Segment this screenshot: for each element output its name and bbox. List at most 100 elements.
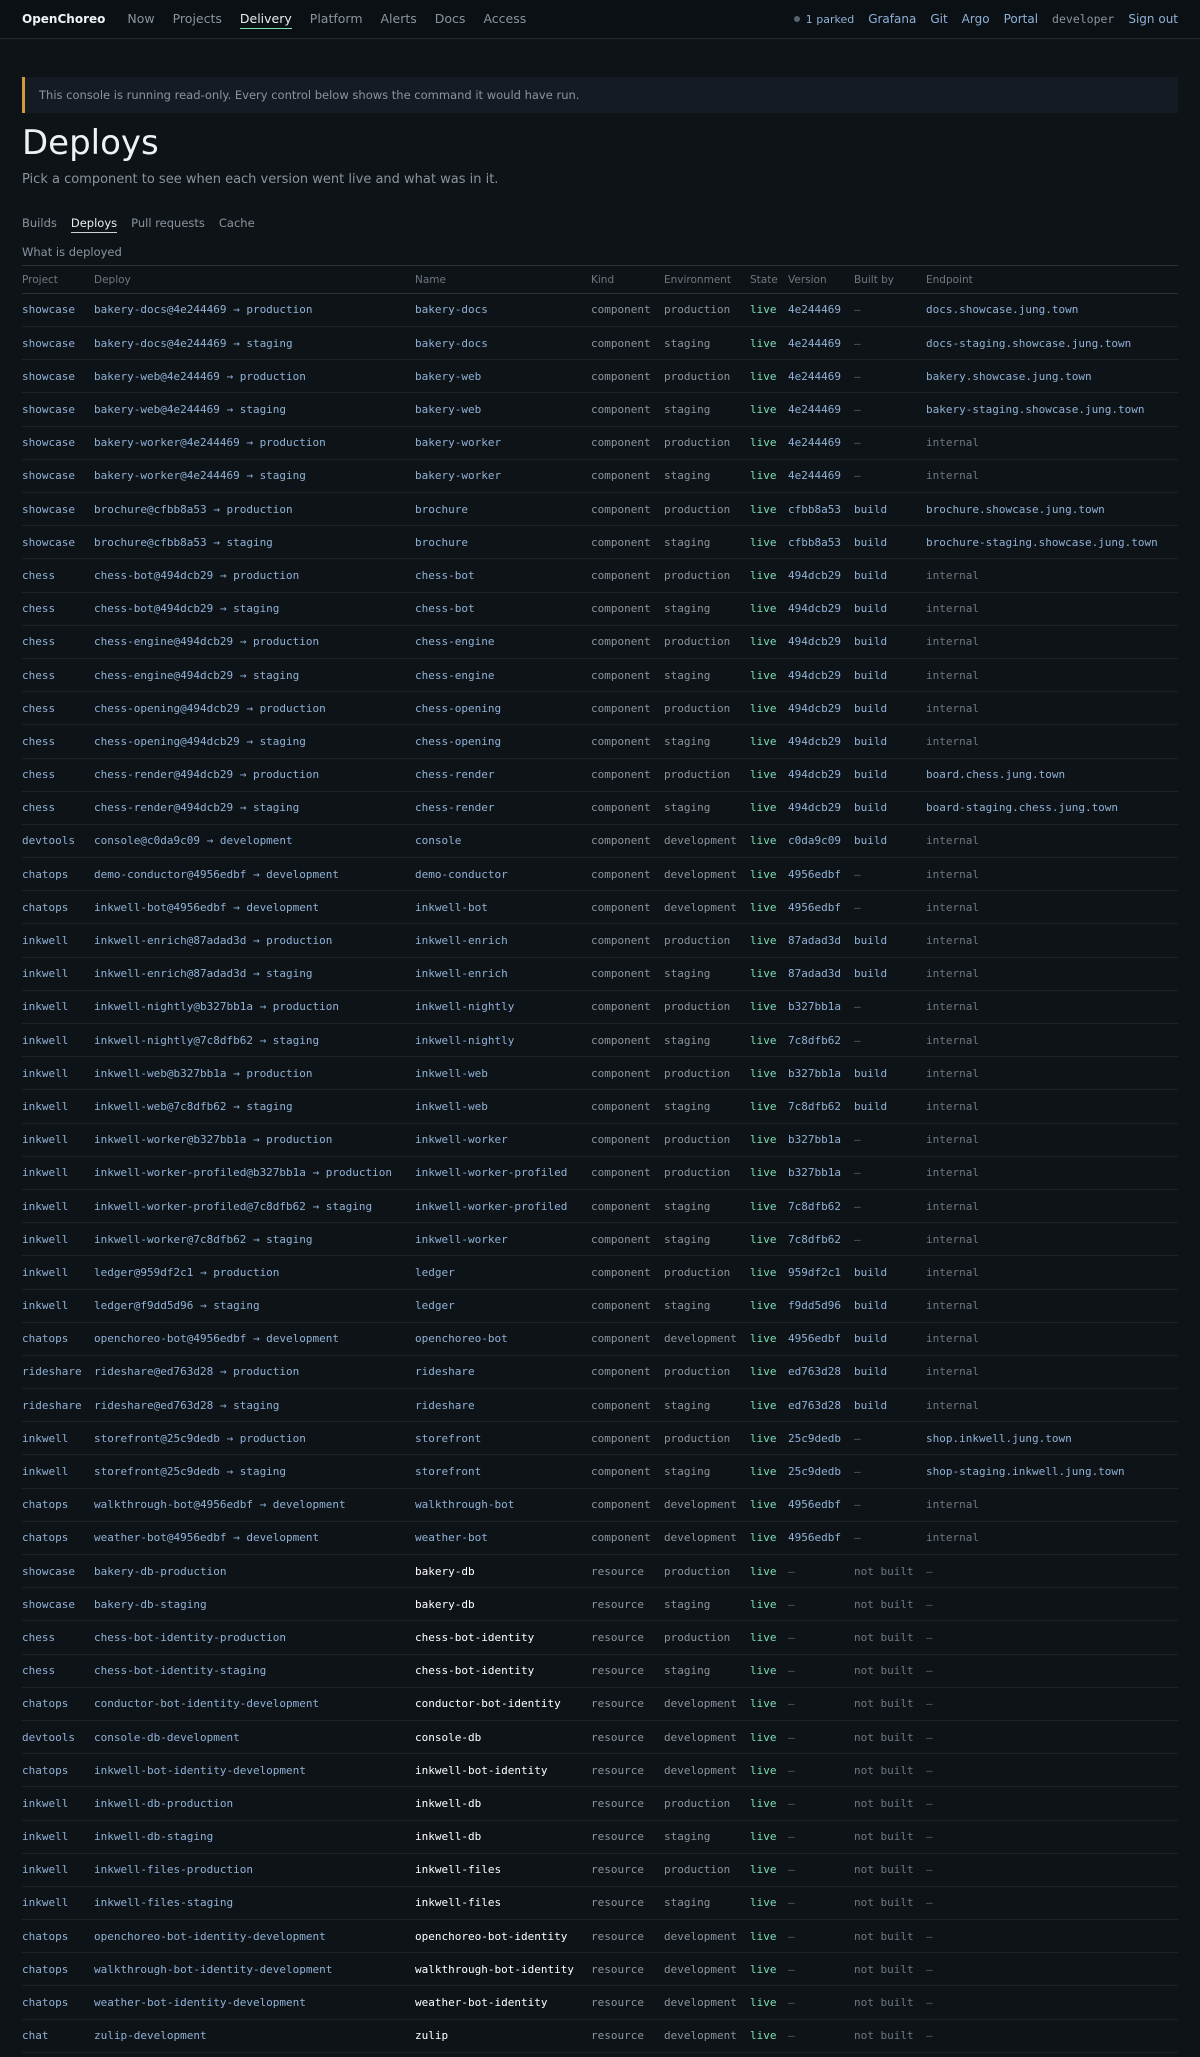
table-row[interactable]: chatops inkwell-bot-identity-development i… <box>22 1753 1178 1788</box>
cell-name[interactable]: bakery-worker <box>415 426 591 460</box>
cell-name[interactable]: inkwell-db <box>415 1786 591 1821</box>
link-grafana[interactable]: Grafana <box>868 12 916 26</box>
tab-builds[interactable]: Builds <box>22 216 57 233</box>
table-row[interactable]: chess chess-render@494dcb29 → production c… <box>22 758 1178 792</box>
cell-deploy[interactable]: inkwell-db-production <box>94 1786 415 1821</box>
table-row[interactable]: showcase bakery-docs@4e244469 → productio… <box>22 293 1178 328</box>
nav-platform[interactable]: Platform <box>310 9 363 29</box>
table-row[interactable]: chatops inkwell-bot@4956edbf → developmen… <box>22 890 1178 925</box>
table-row[interactable]: chess chess-opening@494dcb29 → production… <box>22 691 1178 726</box>
cell-name[interactable]: inkwell-worker <box>415 1123 591 1157</box>
cell-name[interactable]: walkthrough-bot-identity <box>415 1952 591 1987</box>
table-row[interactable]: chess chess-opening@494dcb29 → staging che… <box>22 724 1178 759</box>
cell-endpoint[interactable]: docs-staging.showcase.jung.town <box>926 326 1178 361</box>
table-row[interactable]: chess chess-engine@494dcb29 → staging ches… <box>22 658 1178 693</box>
cell-deploy[interactable]: conductor-bot-identity-development <box>94 1687 415 1721</box>
cell-name[interactable]: inkwell-worker <box>415 1222 591 1257</box>
cell-name[interactable]: walkthrough-bot <box>415 1488 591 1522</box>
table-row[interactable]: inkwell ledger@f9dd5d96 → staging ledger co… <box>22 1289 1178 1323</box>
cell-name[interactable]: chess-opening <box>415 724 591 759</box>
cell-deploy[interactable]: console@c0da9c09 → development <box>94 824 415 859</box>
cell-deploy[interactable]: brochure@cfbb8a53 → production <box>94 492 415 527</box>
cell-name[interactable]: chess-opening <box>415 691 591 726</box>
parked-indicator[interactable]: 1 parked <box>793 13 854 26</box>
table-row[interactable]: chatops walkthrough-bot-identity-developm… <box>22 1952 1178 1987</box>
cell-deploy[interactable]: inkwell-web@7c8dfb62 → staging <box>94 1089 415 1124</box>
cell-deploy[interactable]: bakery-db-staging <box>94 1587 415 1622</box>
table-row[interactable]: chat zulip-development zulip resource develo… <box>22 2019 1178 2053</box>
table-row[interactable]: chatops demo-conductor@4956edbf → develop… <box>22 857 1178 892</box>
cell-name[interactable]: chess-bot <box>415 558 591 593</box>
cell-name[interactable]: chess-engine <box>415 625 591 659</box>
cell-name[interactable]: chess-render <box>415 758 591 792</box>
cell-deploy[interactable]: ledger@f9dd5d96 → staging <box>94 1289 415 1323</box>
cell-deploy[interactable]: ledger@959df2c1 → production <box>94 1255 415 1290</box>
cell-endpoint[interactable]: brochure.showcase.jung.town <box>926 492 1178 527</box>
cell-name[interactable]: chess-render <box>415 791 591 825</box>
table-row[interactable]: inkwell inkwell-worker@7c8dfb62 → staging… <box>22 1222 1178 1257</box>
cell-deploy[interactable]: bakery-docs@4e244469 → staging <box>94 326 415 361</box>
cell-name[interactable]: bakery-docs <box>415 326 591 361</box>
cell-name[interactable]: chess-bot-identity <box>415 1654 591 1688</box>
cell-name[interactable]: bakery-db <box>415 1554 591 1589</box>
cell-deploy[interactable]: storefront@25c9dedb → staging <box>94 1454 415 1489</box>
cell-deploy[interactable]: chess-opening@494dcb29 → staging <box>94 724 415 759</box>
tab-cache[interactable]: Cache <box>219 216 255 233</box>
cell-deploy[interactable]: openchoreo-bot@4956edbf → development <box>94 1322 415 1356</box>
cell-deploy[interactable]: demo-conductor@4956edbf → development <box>94 857 415 892</box>
cell-name[interactable]: bakery-web <box>415 392 591 427</box>
cell-name[interactable]: inkwell-files <box>415 1886 591 1921</box>
cell-deploy[interactable]: chess-render@494dcb29 → staging <box>94 791 415 825</box>
cell-name[interactable]: ledger <box>415 1289 591 1323</box>
cell-name[interactable]: zulip <box>415 2019 591 2053</box>
cell-deploy[interactable]: chess-bot-identity-production <box>94 1620 415 1655</box>
cell-name[interactable]: inkwell-worker-profiled <box>415 1156 591 1190</box>
cell-deploy[interactable]: bakery-worker@4e244469 → production <box>94 426 415 460</box>
cell-name[interactable]: brochure <box>415 525 591 560</box>
cell-endpoint[interactable]: bakery-staging.showcase.jung.town <box>926 392 1178 427</box>
table-row[interactable]: inkwell inkwell-nightly@7c8dfb62 → stagin… <box>22 1023 1178 1058</box>
tab-pull-requests[interactable]: Pull requests <box>131 216 205 233</box>
cell-name[interactable]: inkwell-files <box>415 1853 591 1887</box>
nav-docs[interactable]: Docs <box>435 9 466 29</box>
cell-deploy[interactable]: inkwell-files-production <box>94 1853 415 1887</box>
cell-deploy[interactable]: bakery-db-production <box>94 1554 415 1589</box>
table-row[interactable]: inkwell storefront@25c9dedb → staging stor… <box>22 1454 1178 1489</box>
cell-name[interactable]: inkwell-web <box>415 1089 591 1124</box>
cell-name[interactable]: chess-bot <box>415 592 591 626</box>
cell-deploy[interactable]: inkwell-bot-identity-development <box>94 1753 415 1788</box>
table-row[interactable]: chatops openchoreo-bot-identity-developme… <box>22 1919 1178 1954</box>
cell-name[interactable]: inkwell-worker-profiled <box>415 1189 591 1224</box>
table-row[interactable]: rideshare rideshare@ed763d28 → production… <box>22 1355 1178 1390</box>
table-row[interactable]: inkwell storefront@25c9dedb → production s… <box>22 1421 1178 1456</box>
table-row[interactable]: chatops weather-bot@4956edbf → developmen… <box>22 1521 1178 1556</box>
cell-endpoint[interactable]: shop-staging.inkwell.jung.town <box>926 1454 1178 1489</box>
table-row[interactable]: showcase bakery-db-production bakery-db res… <box>22 1554 1178 1589</box>
table-row[interactable]: chess chess-bot-identity-production chess-… <box>22 1620 1178 1655</box>
cell-endpoint[interactable]: docs.showcase.jung.town <box>926 293 1178 328</box>
cell-endpoint[interactable]: shop.inkwell.jung.town <box>926 1421 1178 1456</box>
table-row[interactable]: inkwell inkwell-db-production inkwell-db re… <box>22 1786 1178 1821</box>
cell-name[interactable]: console <box>415 824 591 859</box>
cell-deploy[interactable]: console-db-development <box>94 1720 415 1755</box>
cell-name[interactable]: openchoreo-bot <box>415 1322 591 1356</box>
table-row[interactable]: showcase bakery-db-staging bakery-db resour… <box>22 1587 1178 1622</box>
table-row[interactable]: chess chess-engine@494dcb29 → production c… <box>22 625 1178 659</box>
cell-deploy[interactable]: inkwell-enrich@87adad3d → staging <box>94 957 415 991</box>
cell-name[interactable]: rideshare <box>415 1388 591 1423</box>
table-row[interactable]: chatops openchoreo-bot@4956edbf → develop… <box>22 1322 1178 1356</box>
table-row[interactable]: rideshare rideshare@ed763d28 → staging rid… <box>22 1388 1178 1423</box>
cell-name[interactable]: bakery-worker <box>415 459 591 494</box>
cell-name[interactable]: inkwell-nightly <box>415 1023 591 1058</box>
table-row[interactable]: showcase bakery-worker@4e244469 → staging… <box>22 459 1178 494</box>
nav-now[interactable]: Now <box>127 9 154 29</box>
cell-deploy[interactable]: bakery-worker@4e244469 → staging <box>94 459 415 494</box>
table-row[interactable]: inkwell inkwell-enrich@87adad3d → staging… <box>22 957 1178 991</box>
cell-name[interactable]: chess-engine <box>415 658 591 693</box>
cell-deploy[interactable]: chess-opening@494dcb29 → production <box>94 691 415 726</box>
table-row[interactable]: inkwell inkwell-worker@b327bb1a → product… <box>22 1123 1178 1157</box>
cell-name[interactable]: weather-bot-identity <box>415 1985 591 2020</box>
cell-name[interactable]: conductor-bot-identity <box>415 1687 591 1721</box>
cell-name[interactable]: storefront <box>415 1421 591 1456</box>
cell-name[interactable]: chess-bot-identity <box>415 1620 591 1655</box>
